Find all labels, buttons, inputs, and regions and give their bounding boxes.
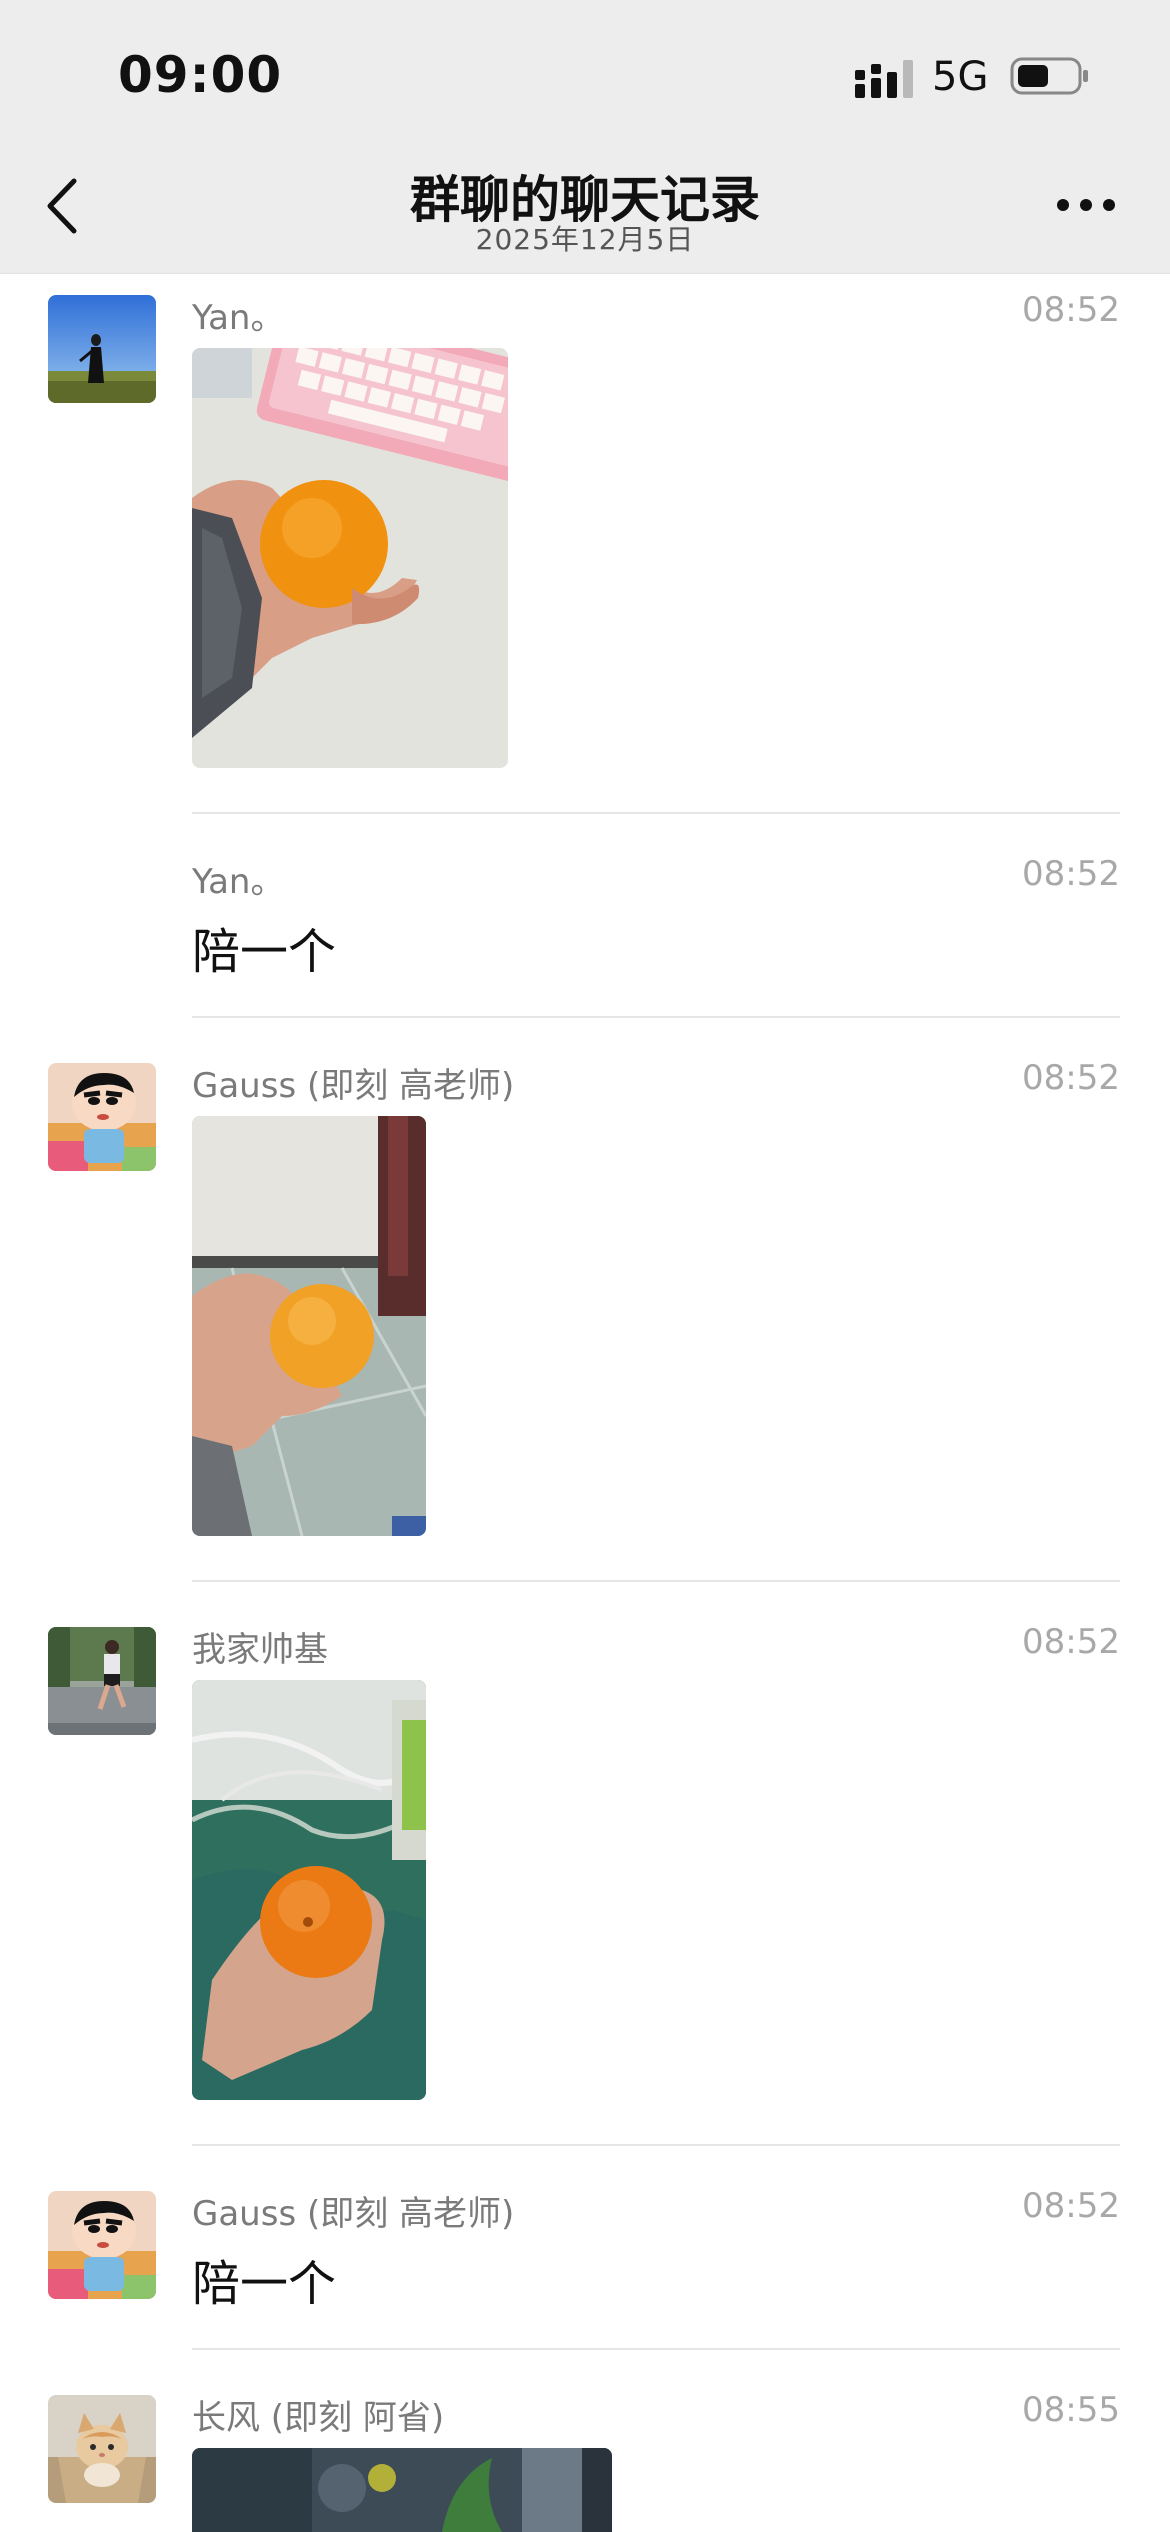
message-time: 08:52 [1022,854,1120,894]
sender-name: Gauss (即刻 高老师) [192,2194,515,2234]
sender-name: 我家帅基 [192,1630,328,1670]
avatar[interactable] [48,2191,156,2299]
message-divider [192,1016,1120,1018]
avatar[interactable] [48,1063,156,1171]
message-image[interactable] [192,2448,612,2532]
page-subtitle: 2025年12月5日 [475,223,695,256]
sender-name: Yan。 [192,862,285,902]
message-time: 08:52 [1022,290,1120,330]
message-text[interactable]: 陪一个 [192,912,336,982]
signal-icon [855,60,913,98]
chat-history-screen: 09:00 5G 群聊的聊天记录 2025年12月5日 Yan。 08:52 Y… [0,0,1170,2532]
message-time: 08:52 [1022,1622,1120,1662]
more-dots-icon[interactable] [1056,198,1116,212]
avatar[interactable] [48,2395,156,2503]
message-time: 08:55 [1022,2390,1120,2430]
avatar[interactable] [48,295,156,403]
message-divider [192,812,1120,814]
network-type: 5G [932,54,989,100]
message-time: 08:52 [1022,1058,1120,1098]
battery-icon [1010,57,1088,95]
avatar[interactable] [48,1627,156,1735]
status-time: 09:00 [118,46,283,104]
message-image[interactable] [192,1680,426,2100]
top-bar: 09:00 5G 群聊的聊天记录 2025年12月5日 [0,0,1170,274]
sender-name: Gauss (即刻 高老师) [192,1066,515,1106]
message-divider [192,1580,1120,1582]
message-image[interactable] [192,348,508,768]
sender-name: 长风 (即刻 阿省) [192,2398,445,2438]
message-text[interactable]: 陪一个 [192,2244,336,2314]
message-divider [192,2144,1120,2146]
message-divider [192,2348,1120,2350]
sender-name: Yan。 [192,298,285,338]
message-time: 08:52 [1022,2186,1120,2226]
message-image[interactable] [192,1116,426,1536]
